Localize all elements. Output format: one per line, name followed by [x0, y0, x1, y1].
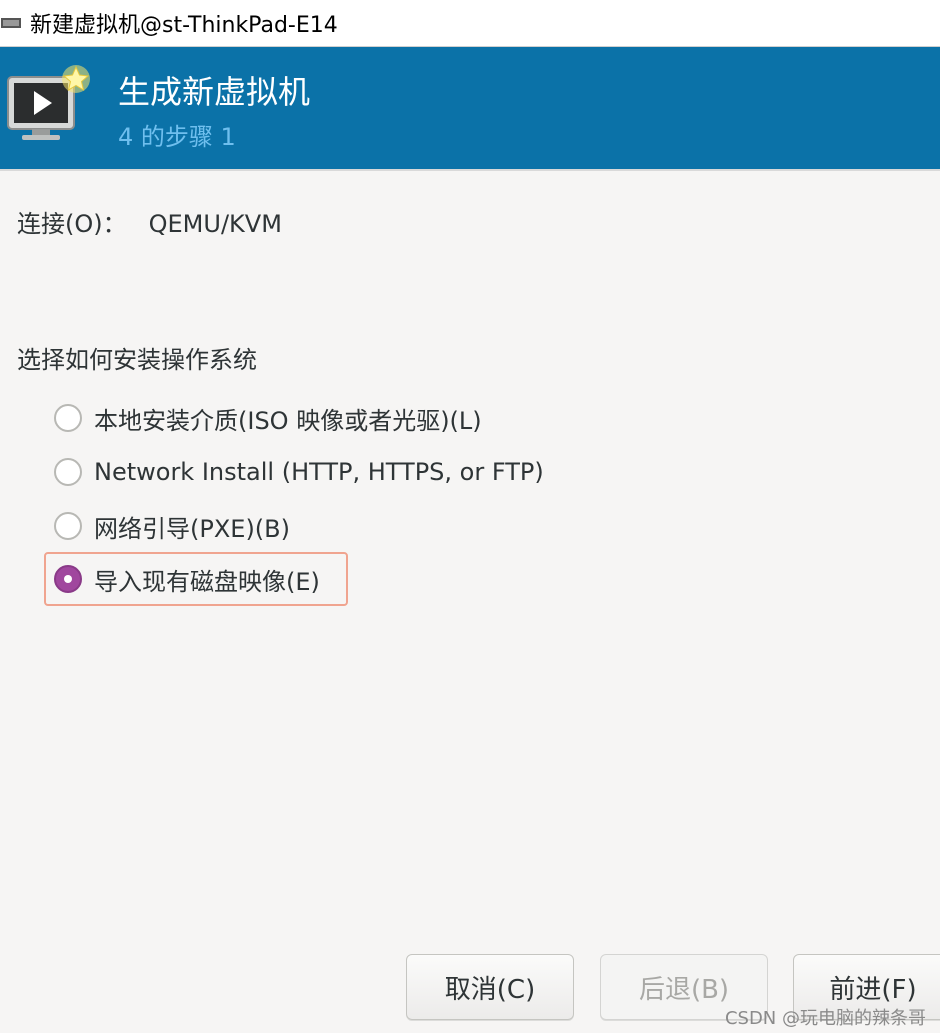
- connection-label: 连接(O)：: [17, 210, 127, 238]
- window-title: 新建虚拟机@st-ThinkPad-E14: [30, 13, 338, 38]
- connection-row: 连接(O)： QEMU/KVM: [17, 204, 282, 239]
- cancel-button[interactable]: 取消(C): [406, 954, 574, 1020]
- wizard-step-indicator: 4 的步骤 1: [118, 123, 236, 151]
- wizard-title: 生成新虚拟机: [118, 73, 311, 111]
- radio-label: 本地安装介质(ISO 映像或者光驱)(L): [94, 406, 482, 435]
- radio-pxe-boot[interactable]: 网络引导(PXE)(B): [46, 504, 300, 548]
- connection-value: QEMU/KVM: [148, 210, 282, 238]
- install-method-label: 选择如何安装操作系统: [17, 346, 257, 374]
- virt-manager-app-icon: [1, 18, 21, 28]
- radio-local-install-media[interactable]: 本地安装介质(ISO 映像或者光驱)(L): [46, 396, 492, 440]
- radio-network-install[interactable]: Network Install (HTTP, HTTPS, or FTP): [46, 450, 554, 494]
- radio-button-icon[interactable]: [54, 404, 82, 432]
- radio-label: 导入现有磁盘映像(E): [94, 567, 320, 596]
- virtual-machine-icon: [7, 65, 90, 140]
- radio-label: Network Install (HTTP, HTTPS, or FTP): [94, 458, 544, 486]
- watermark-text: CSDN @玩电脑的辣条哥: [724, 1008, 926, 1029]
- window-titlebar: 新建虚拟机@st-ThinkPad-E14: [0, 0, 940, 47]
- wizard-header: 生成新虚拟机 4 的步骤 1: [0, 47, 940, 171]
- radio-button-icon[interactable]: [54, 458, 82, 486]
- radio-import-disk-image[interactable]: 导入现有磁盘映像(E): [44, 552, 348, 606]
- radio-label: 网络引导(PXE)(B): [94, 514, 290, 543]
- radio-button-icon[interactable]: [54, 512, 82, 540]
- radio-button-checked-icon[interactable]: [54, 565, 82, 593]
